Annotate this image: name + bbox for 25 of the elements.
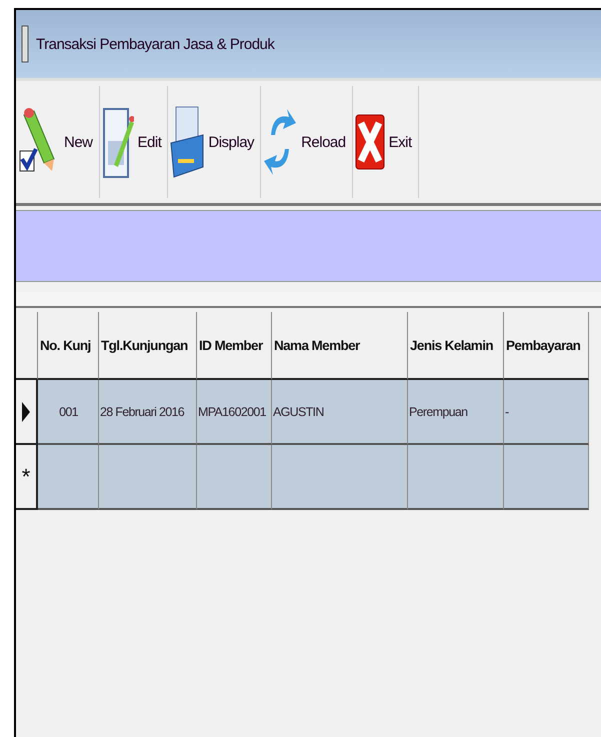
column-header[interactable]: Jenis Kelamin <box>408 312 504 380</box>
table-cell: Perempuan <box>408 380 504 445</box>
table-cell: 001 <box>38 380 99 445</box>
table-cell: - <box>504 380 589 445</box>
reload-button[interactable]: Reload <box>261 86 353 198</box>
table-cell: 28 Februari 2016 <box>99 380 197 445</box>
column-header[interactable]: Tgl.Kunjungan <box>99 312 197 380</box>
app-icon <box>20 24 30 64</box>
table-cell: MPA1602001 <box>197 380 272 445</box>
row-header[interactable] <box>16 380 38 445</box>
exit-button[interactable]: Exit <box>352 86 419 198</box>
column-header[interactable]: Nama Member <box>272 312 408 380</box>
column-header[interactable]: Pembayaran <box>504 312 589 380</box>
display-button[interactable]: Display <box>168 86 262 198</box>
new-button[interactable]: New <box>16 86 100 198</box>
current-row-icon <box>22 402 30 422</box>
row-header[interactable]: * <box>16 445 38 510</box>
table-cell: AGUSTIN <box>272 380 408 445</box>
column-header[interactable]: ID Member <box>197 312 272 380</box>
printer-icon <box>170 105 204 179</box>
edit-button[interactable]: Edit <box>100 86 168 198</box>
column-header[interactable]: No. Kunj <box>38 312 99 380</box>
new-row-marker: * <box>22 464 30 490</box>
document-pencil-icon <box>102 105 134 179</box>
window-title: Transaksi Pembayaran Jasa & Produk <box>36 36 274 52</box>
